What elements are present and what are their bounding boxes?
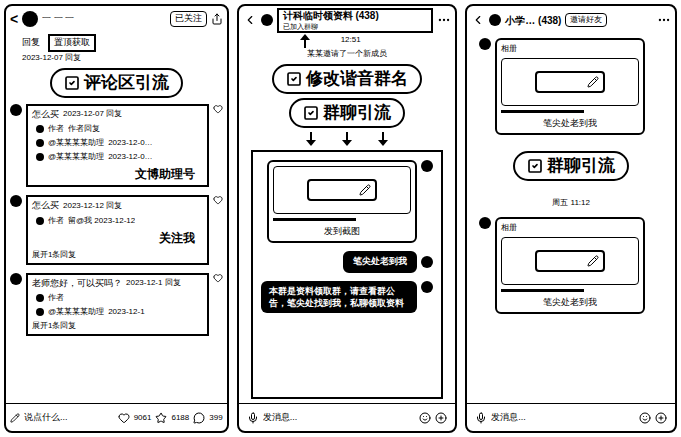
reply: 作者作者回复 [32,123,203,135]
reply: @某某某某助理2023-12-0… [32,137,203,149]
reply: 作者留@我 2023-12-12 [32,215,203,227]
checkbox-icon [64,75,80,91]
comment-list: 怎么买2023-12-07 回复作者作者回复@某某某某助理2023-12-0…@… [6,100,227,404]
annotation-label: 评论区引流 [50,68,183,98]
message-input[interactable]: 发消息... [263,411,416,425]
comment-note: 关注我 [159,229,203,247]
message-area: 相册笔尖处老到我群聊引流周五 11:12相册笔尖处老到我 [467,34,675,403]
reply: @某某某某助理2023-12-0… [32,151,203,163]
arrow-icon [299,34,311,48]
group-chat-screen: 小学… (438)邀请好友相册笔尖处老到我群聊引流周五 11:12相册笔尖处老到… [465,4,677,433]
comment-icon[interactable] [193,412,205,424]
top-bar: 计科临时领资料 (438)已加入群聊 [239,6,456,34]
avatar[interactable] [489,14,501,26]
expand-replies[interactable]: 展开1条回复 [32,249,203,261]
top-bar: 小学… (438) 邀请好友 [467,6,675,34]
arrow-icon [341,132,353,146]
voice-icon[interactable] [247,412,259,424]
follow-button[interactable]: 已关注 [170,11,207,27]
pen-icon [587,76,599,88]
like-icon[interactable] [213,104,223,114]
group-chat-screen: 计科临时领资料 (438)已加入群聊12:51某某邀请了一个新成员修改谐音群名群… [237,4,458,433]
screenshot-preview [273,166,411,214]
group-title: 计科临时领资料 (438) [283,10,428,22]
screenshot-preview [501,237,639,285]
plus-icon[interactable] [435,412,447,424]
input-bar: 发消息... [467,403,675,431]
avatar[interactable] [421,256,433,268]
avatar[interactable] [10,273,22,285]
avatar[interactable] [36,125,44,133]
back-icon[interactable] [471,13,485,27]
bottom-bar: 说点什么...90616188399 [6,403,227,431]
input-bar: 发消息... [239,403,456,431]
system-message: 某某邀请了一个新成员 [307,48,387,60]
checkbox-icon [303,105,319,121]
arrow-icon [377,132,389,146]
page: <一 一 一已关注回复置顶获取2023-12-07 回复评论区引流怎么买2023… [0,0,681,437]
emoji-icon[interactable] [419,412,431,424]
pen-icon [587,255,599,267]
expand-replies[interactable]: 展开1条回复 [32,320,203,332]
arrow-icon [305,132,317,146]
message-bubble: 笔尖处老到我 [343,251,417,273]
like-icon[interactable] [213,195,223,205]
checkbox-icon [286,71,302,87]
comment: 怎么买2023-12-07 回复作者作者回复@某某某某助理2023-12-0…@… [10,104,223,188]
pinned-tag: 置顶获取 [48,34,96,52]
pinned-comment: 回复置顶获取2023-12-07 回复 [6,32,227,66]
comment-input[interactable]: 说点什么... [24,411,114,425]
avatar[interactable] [36,217,44,225]
invite-button[interactable]: 邀请好友 [565,13,607,27]
back-button[interactable]: < [10,9,18,30]
like-icon[interactable] [118,412,130,424]
top-bar: <一 一 一已关注 [6,6,227,32]
avatar[interactable] [36,308,44,316]
star-icon[interactable] [155,412,167,424]
avatar[interactable] [261,14,273,26]
voice-icon[interactable] [475,412,487,424]
more-icon[interactable] [657,13,671,27]
comment: 老师您好，可以买吗？2023-12-1 回复作者@某某某某助理2023-12-1… [10,273,223,337]
reply: 作者 [32,292,203,304]
emoji-icon[interactable] [639,412,651,424]
annotation-label: 修改谐音群名 [272,64,422,94]
avatar[interactable] [22,11,38,27]
group-title: 小学… (438) [505,13,561,28]
comment: 怎么买2023-12-12 回复作者留@我 2023-12-12关注我展开1条回… [10,195,223,265]
image-card[interactable]: 发到截图 [267,160,417,243]
avatar[interactable] [479,38,491,50]
message-input[interactable]: 发消息... [491,411,635,425]
avatar[interactable] [36,153,44,161]
avatar[interactable] [36,139,44,147]
annotation-label: 群聊引流 [513,151,629,181]
avatar[interactable] [10,195,22,207]
avatar[interactable] [421,281,433,293]
reply: @某某某某助理2023-12-1 [32,306,203,318]
edit-icon [10,413,20,423]
share-icon[interactable] [211,13,223,25]
comment-screen: <一 一 一已关注回复置顶获取2023-12-07 回复评论区引流怎么买2023… [4,4,229,433]
avatar[interactable] [479,217,491,229]
annotation-label: 群聊引流 [289,98,405,128]
message-area: 发到截图笔尖处老到我本群是资料领取群，请查看群公告，笔尖处找到我，私聊领取资料 [251,150,444,399]
image-card[interactable]: 相册笔尖处老到我 [495,38,645,135]
like-icon[interactable] [213,273,223,283]
comment-note: 文博助理号 [135,165,203,183]
plus-icon[interactable] [655,412,667,424]
avatar[interactable] [421,160,433,172]
avatar[interactable] [36,294,44,302]
more-icon[interactable] [437,13,451,27]
avatar[interactable] [10,104,22,116]
message-bubble: 本群是资料领取群，请查看群公告，笔尖处找到我，私聊领取资料 [261,281,418,313]
checkbox-icon [527,158,543,174]
back-icon[interactable] [243,13,257,27]
pen-icon [359,184,371,196]
screenshot-preview [501,58,639,106]
image-card[interactable]: 相册笔尖处老到我 [495,217,645,314]
